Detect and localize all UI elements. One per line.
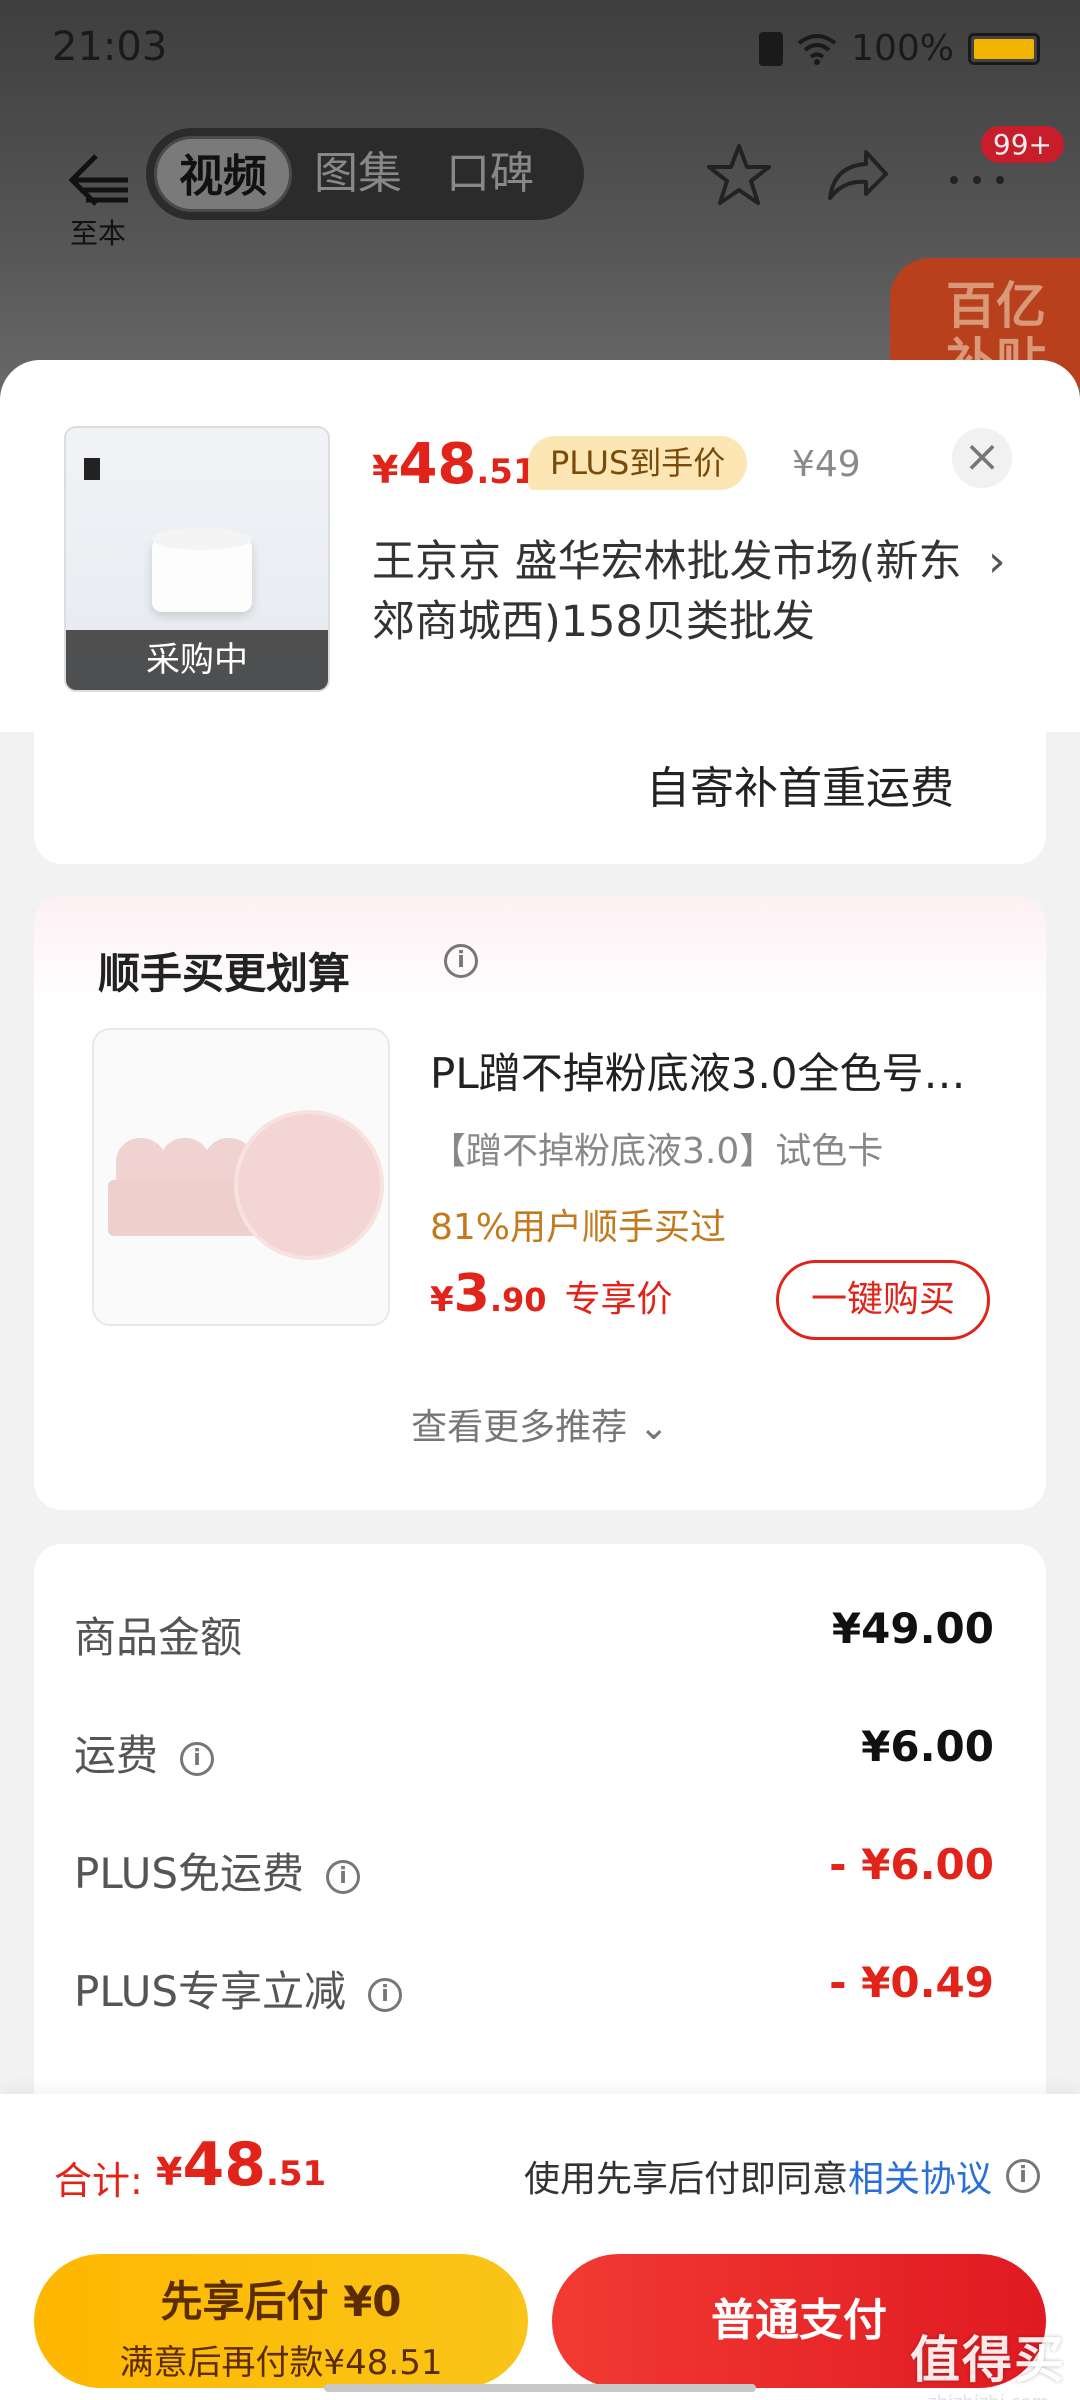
recommend-title-text: 顺手买更划算 bbox=[98, 949, 351, 998]
summary-value: ¥49.00 bbox=[831, 1604, 994, 1653]
summary-label: 运费 i bbox=[74, 1722, 215, 1783]
recommend-item-name[interactable]: PL蹭不掉粉底液3.0全色号试色卡 bbox=[430, 1040, 970, 1101]
recommend-card: 顺手买更划算 i PL蹭不掉粉底液3.0全色号试色卡 【蹭不掉粉底液3.0】试色… bbox=[34, 896, 1046, 1510]
brand-logo bbox=[84, 458, 100, 480]
watermark: 值得买 zhizhizhi.com bbox=[910, 2320, 1066, 2400]
buy-now-pay-later-button[interactable]: 先享后付 ¥0 满意后再付款¥48.51 bbox=[34, 2254, 528, 2388]
original-price: ¥49 bbox=[792, 444, 861, 485]
tab-video[interactable]: 视频 bbox=[154, 136, 292, 212]
share-icon[interactable] bbox=[822, 140, 892, 210]
info-icon[interactable]: i bbox=[444, 944, 478, 978]
price-symbol: ¥ bbox=[430, 1280, 454, 1320]
chevron-right-icon[interactable]: › bbox=[988, 536, 1006, 587]
bnpl-subtitle: 满意后再付款¥48.51 bbox=[119, 2343, 443, 2383]
agreement-link[interactable]: 相关协议 bbox=[848, 2150, 992, 2202]
battery-percent: 100% bbox=[851, 28, 954, 69]
summary-label: 商品金额 bbox=[74, 1613, 243, 1662]
purchasing-label: 采购中 bbox=[66, 630, 328, 690]
summary-value: - ¥0.49 bbox=[829, 1958, 994, 2007]
recommend-item-subtitle: 【蹭不掉粉底液3.0】试色卡 bbox=[430, 1131, 884, 1172]
price-integer: 48 bbox=[398, 432, 477, 497]
total-price: ¥ 48 .51 bbox=[156, 2130, 326, 2200]
bnpl-title: 先享后付 ¥0 bbox=[160, 2277, 402, 2326]
battery-icon bbox=[968, 32, 1040, 65]
checkout-footer: 合计: ¥ 48 .51 使用先享后付即同意 相关协议 i 先享后付 ¥0 满意… bbox=[0, 2094, 1080, 2400]
price-decimal: .51 bbox=[265, 2154, 327, 2194]
info-icon[interactable]: i bbox=[180, 1741, 215, 1776]
summary-label: PLUS专享立减 i bbox=[74, 1958, 403, 2019]
agreement-text: 使用先享后付即同意 bbox=[523, 2159, 848, 2200]
watermark-text: 值得买 bbox=[910, 2331, 1066, 2389]
summary-row-plus-discount: PLUS专享立减 i - ¥0.49 bbox=[74, 1958, 994, 2028]
shipping-address[interactable]: 王京京 盛华宏林批发市场(新东郊商城西)158贝类批发 bbox=[372, 532, 972, 652]
info-icon[interactable]: i bbox=[326, 1859, 361, 1894]
more-recommendations-label: 查看更多推荐 bbox=[411, 1407, 628, 1448]
tab-reviews[interactable]: 口碑 bbox=[424, 136, 556, 212]
cushion-compact bbox=[234, 1110, 384, 1260]
shop-logo-caption: 至本 bbox=[70, 217, 127, 250]
summary-label-text: PLUS专享立减 bbox=[74, 1967, 347, 2016]
chevron-down-icon: ⌄ bbox=[638, 1407, 669, 1448]
product-thumbnail[interactable]: 采购中 bbox=[64, 426, 330, 692]
message-badge: 99+ bbox=[980, 126, 1064, 163]
product-nav-bar: 至本 视频 图集 口碑 99+ bbox=[0, 120, 1080, 250]
star-icon[interactable] bbox=[704, 140, 774, 210]
product-page-background: 21:03 100% 至本 视频 图集 口碑 99+ 百亿 bbox=[0, 0, 1080, 420]
media-tabs: 视频 图集 口碑 bbox=[146, 128, 584, 220]
price-symbol: ¥ bbox=[372, 448, 399, 492]
summary-row-shipping: 运费 i ¥6.00 bbox=[74, 1722, 994, 1792]
summary-row-plus-free-shipping: PLUS免运费 i - ¥6.00 bbox=[74, 1840, 994, 1910]
product-jar-image bbox=[152, 528, 252, 612]
agreement-notice: 使用先享后付即同意 相关协议 i bbox=[524, 2150, 1040, 2202]
more-recommendations-link[interactable]: 查看更多推荐 ⌄ bbox=[34, 1398, 1046, 1450]
price-integer: 3 bbox=[453, 1264, 490, 1324]
recommend-item-buyers: 81%用户顺手买过 bbox=[430, 1207, 727, 1248]
recommend-item-price: ¥ 3 .90 专享价 bbox=[430, 1264, 673, 1324]
status-icons: 100% bbox=[759, 28, 1040, 69]
watermark-domain: zhizhizhi.com bbox=[910, 2392, 1066, 2400]
home-indicator[interactable] bbox=[324, 2384, 756, 2392]
plus-price: ¥ 48 .51 bbox=[372, 432, 537, 497]
summary-value: ¥6.00 bbox=[861, 1722, 994, 1771]
price-symbol: ¥ bbox=[156, 2150, 183, 2194]
close-icon[interactable]: × bbox=[952, 428, 1012, 488]
info-icon[interactable]: i bbox=[1006, 2159, 1040, 2193]
back-icon[interactable] bbox=[66, 146, 136, 216]
price-integer: 48 bbox=[182, 2130, 266, 2200]
one-click-buy-button[interactable]: 一键购买 bbox=[776, 1260, 990, 1340]
price-decimal: .90 bbox=[489, 1281, 547, 1319]
recommend-title: 顺手买更划算 i bbox=[98, 940, 478, 1001]
plus-price-tag: PLUS到手价 bbox=[528, 436, 748, 490]
summary-value: - ¥6.00 bbox=[829, 1840, 994, 1889]
wifi-icon bbox=[797, 33, 837, 65]
total-label: 合计: bbox=[54, 2159, 143, 2203]
status-time: 21:03 bbox=[52, 24, 168, 70]
summary-row-subtotal: 商品金额 ¥49.00 bbox=[74, 1604, 994, 1674]
info-icon[interactable]: i bbox=[368, 1977, 403, 2012]
summary-label-text: PLUS免运费 bbox=[74, 1849, 305, 1898]
sim-icon bbox=[759, 31, 784, 66]
recommend-item-image[interactable] bbox=[92, 1028, 390, 1326]
tab-gallery[interactable]: 图集 bbox=[292, 136, 424, 212]
status-bar: 21:03 100% bbox=[0, 0, 1080, 100]
summary-label-text: 运费 bbox=[74, 1731, 159, 1780]
exclusive-price-note: 专享价 bbox=[564, 1279, 673, 1320]
product-summary-header: 采购中 ¥ 48 .51 PLUS到手价 ¥49 × 王京京 盛华宏林批发市场(… bbox=[0, 360, 1080, 732]
summary-label: PLUS免运费 i bbox=[74, 1840, 361, 1901]
shipping-method[interactable]: 自寄补首重运费 bbox=[646, 752, 954, 816]
